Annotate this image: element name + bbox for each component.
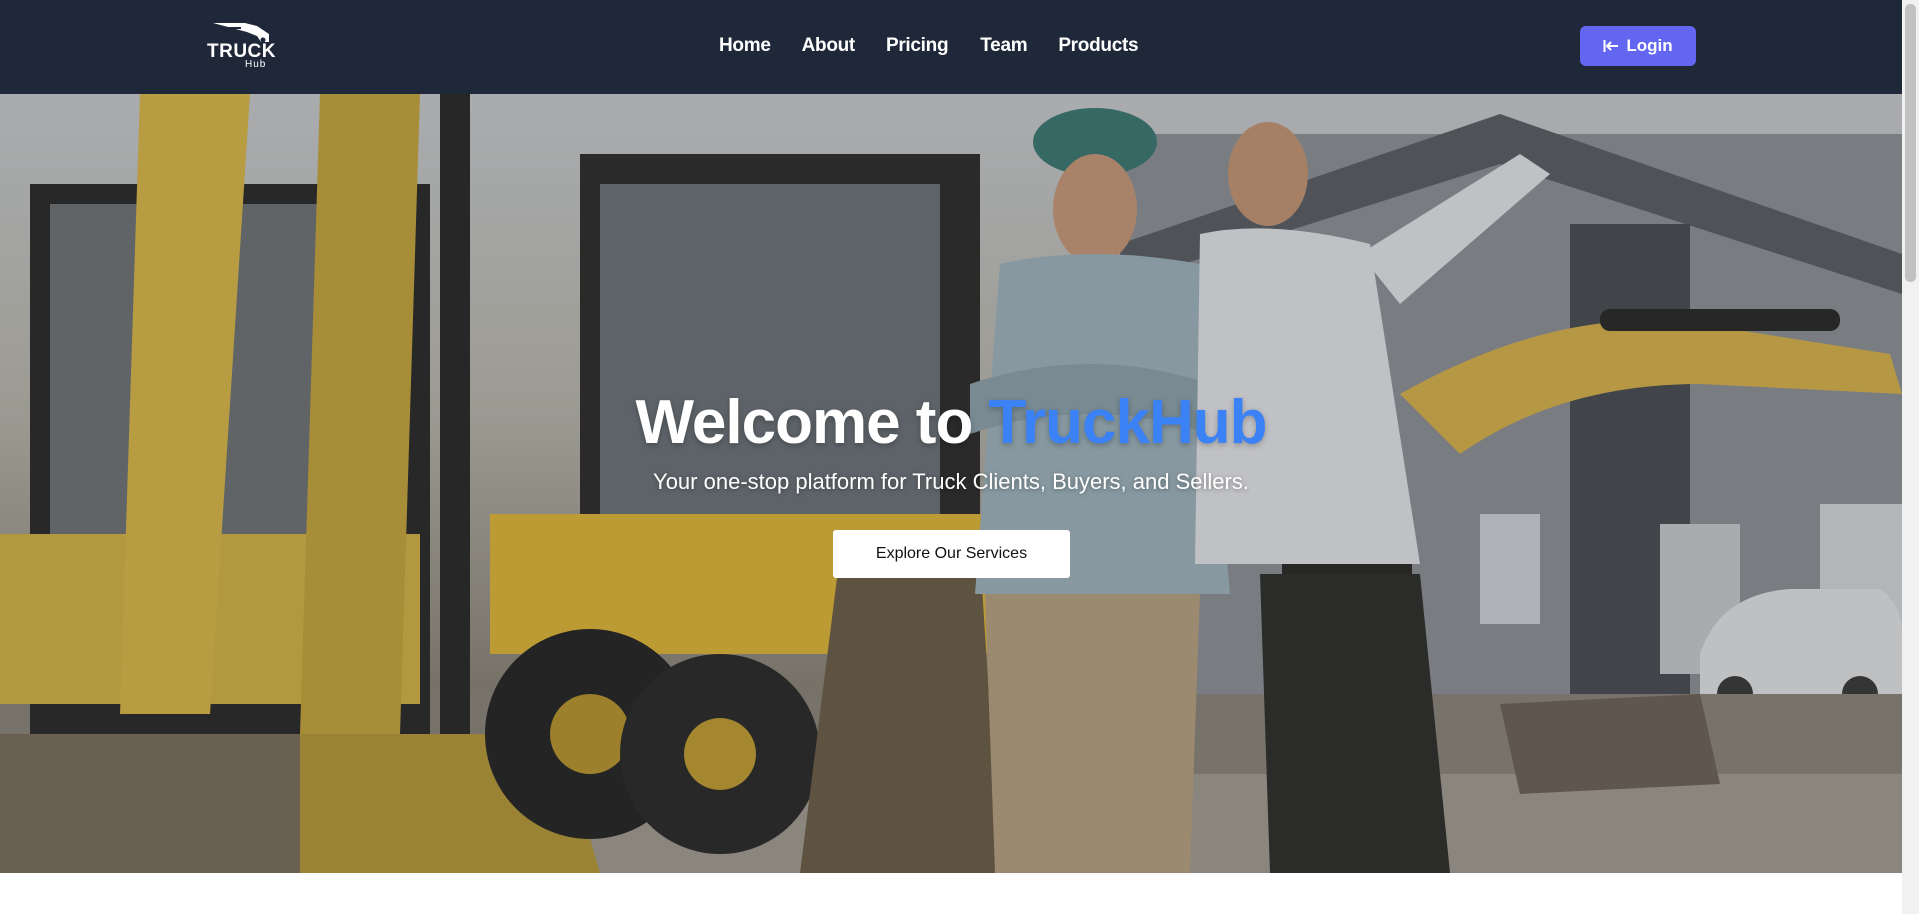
hero-title: Welcome to TruckHub — [0, 387, 1902, 459]
navbar: TRUCK Hub Home About Pricing Team Produc… — [0, 0, 1902, 94]
explore-services-button[interactable]: Explore Our Services — [833, 530, 1070, 578]
hero-title-prefix: Welcome to — [635, 388, 989, 457]
nav-products-link[interactable]: Products — [1058, 34, 1138, 58]
nav-links: Home About Pricing Team Products — [719, 34, 1139, 58]
scrollbar-thumb[interactable] — [1905, 4, 1916, 282]
nav-about-link[interactable]: About — [802, 34, 856, 58]
nav-team-link[interactable]: Team — [980, 34, 1027, 58]
truckhub-logo[interactable]: TRUCK Hub — [205, 18, 279, 74]
hero-section: Welcome to TruckHub Your one-stop platfo… — [0, 94, 1902, 873]
nav-pricing-link[interactable]: Pricing — [886, 34, 949, 58]
nav-home-link[interactable]: Home — [719, 34, 771, 58]
hero-subtitle: Your one-stop platform for Truck Clients… — [653, 469, 1249, 494]
login-button[interactable]: Login — [1580, 26, 1696, 66]
login-arrow-icon — [1603, 39, 1619, 53]
vertical-scrollbar[interactable] — [1902, 0, 1919, 914]
logo-sub: Hub — [245, 59, 267, 70]
hero-title-brand: TruckHub — [988, 388, 1268, 457]
login-label: Login — [1626, 36, 1673, 55]
